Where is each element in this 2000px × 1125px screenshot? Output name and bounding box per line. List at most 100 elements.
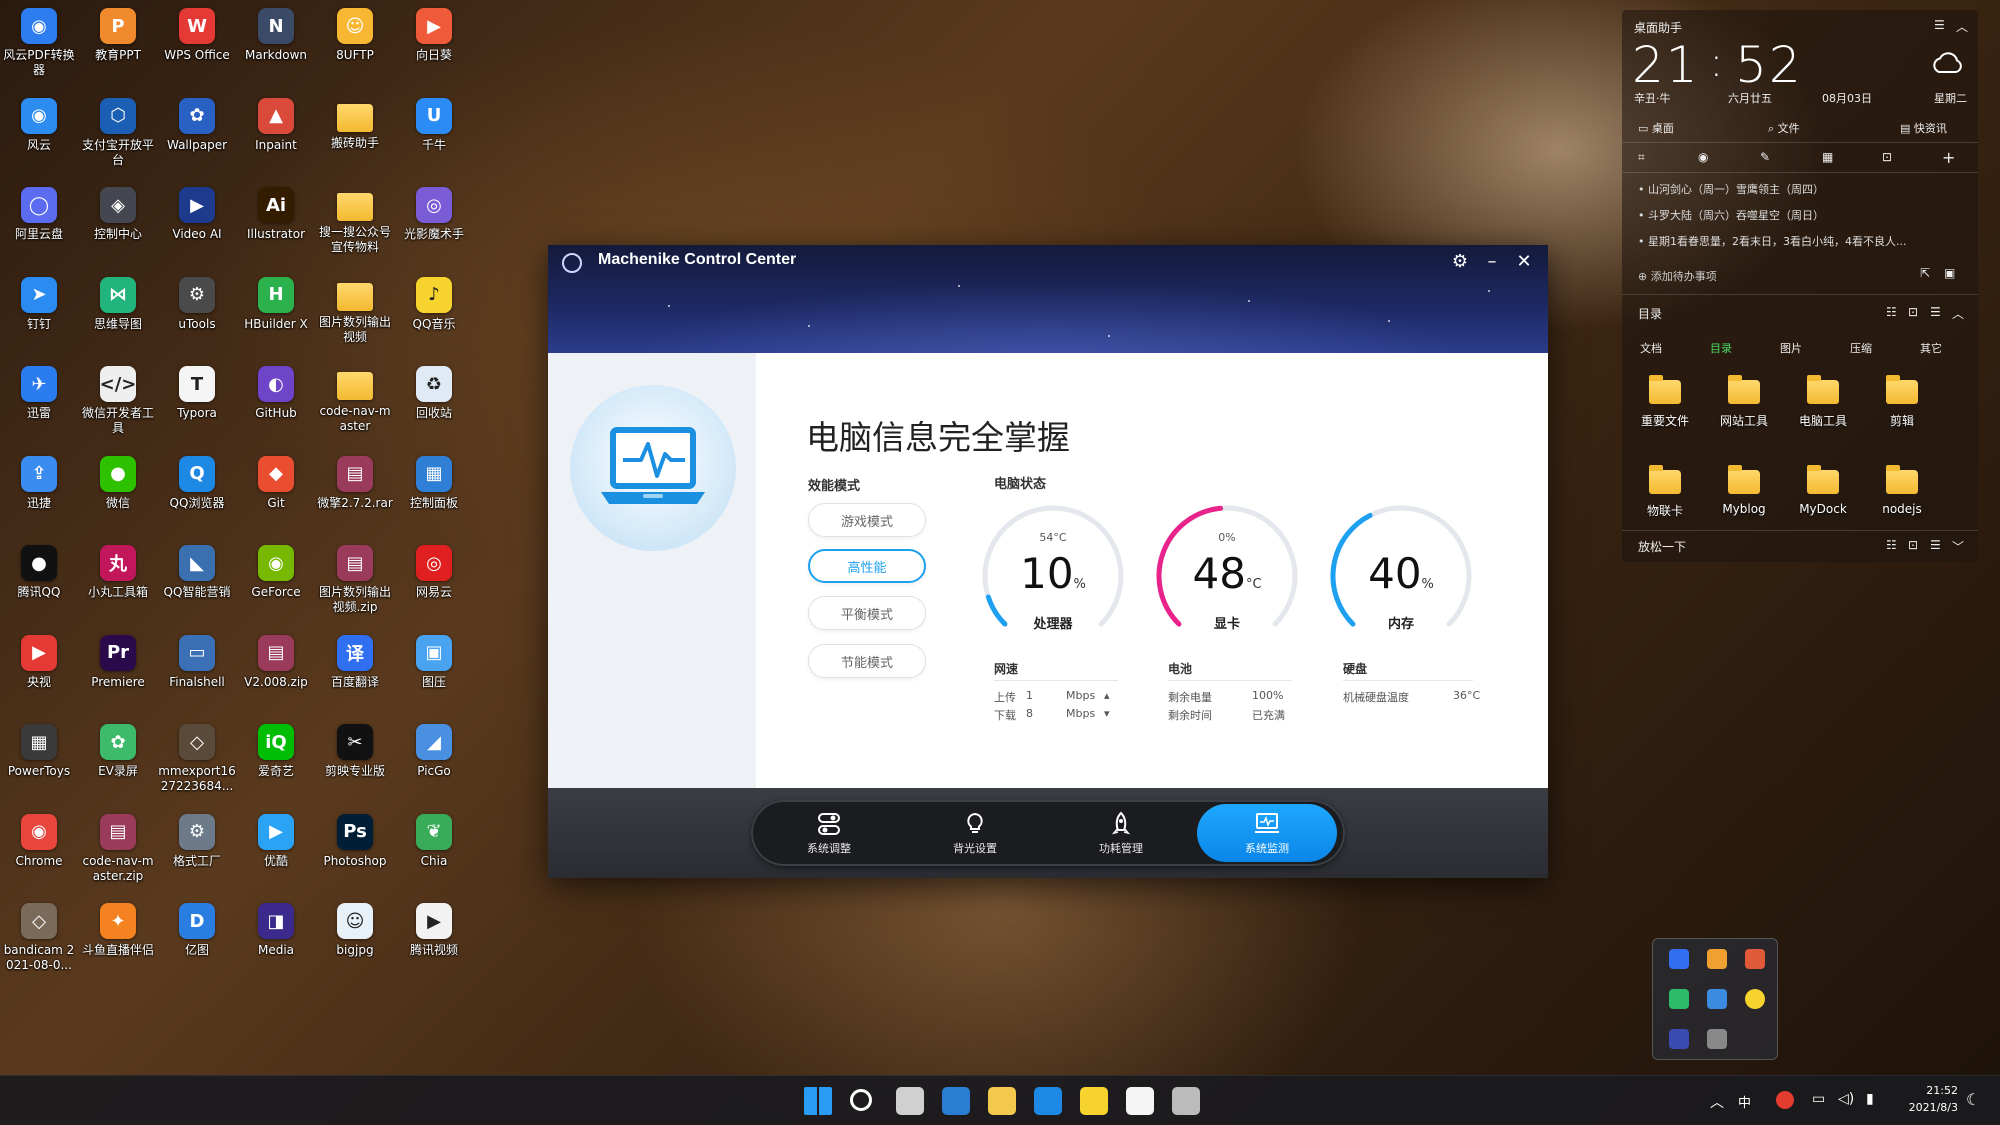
desktop-icon[interactable]: ✿ EV录屏 xyxy=(79,720,157,806)
folder-item[interactable]: 物联卡 xyxy=(1630,465,1700,519)
app-header[interactable]: Machenike Control Center ⚙ – ✕ xyxy=(548,245,1548,353)
desktop-icon[interactable]: ▤ code-nav-master.zip xyxy=(79,810,157,896)
desktop-icon[interactable]: ▣ 图压 xyxy=(395,631,473,717)
folder-item[interactable]: 电脑工具 xyxy=(1788,375,1858,429)
desktop-icon[interactable]: ◯ 阿里云盘 xyxy=(0,183,78,269)
desktop-icon[interactable]: ✈ 迅雷 xyxy=(0,362,78,448)
desktop-icon[interactable]: ◨ Media xyxy=(237,899,315,985)
lock-icon[interactable]: ⊡ xyxy=(1908,538,1918,552)
desktop-icon[interactable]: ▦ 控制面板 xyxy=(395,452,473,538)
desktop-icon[interactable]: ➤ 钉钉 xyxy=(0,273,78,359)
desktop-icon[interactable]: ⇪ 迅捷 xyxy=(0,452,78,538)
share-icon[interactable]: ⇱ xyxy=(1920,266,1930,280)
desktop-icon[interactable]: ▶ 腾讯视频 xyxy=(395,899,473,985)
desktop-icon[interactable]: ◉ GeForce xyxy=(237,541,315,627)
desktop-icon[interactable]: 译百度翻译 xyxy=(316,631,394,717)
desktop-icon[interactable]: code-nav-master xyxy=(316,362,394,448)
edit-icon[interactable]: ✎ xyxy=(1760,150,1770,164)
search-icon[interactable] xyxy=(850,1089,872,1111)
lock-icon[interactable]: ⊡ xyxy=(1882,150,1892,164)
desktop-icon[interactable]: ▶ 央视 xyxy=(0,631,78,717)
desktop-icon[interactable]: ⋈ 思维导图 xyxy=(79,273,157,359)
desktop-icon[interactable]: ▲ Inpaint xyxy=(237,94,315,180)
folder-item[interactable]: MyDock xyxy=(1788,465,1858,516)
todo-item[interactable]: • 山河剑心（周一）雪鹰领主（周四） xyxy=(1638,181,1824,197)
desktop-icon[interactable]: ♪ QQ音乐 xyxy=(395,273,473,359)
add-todo-button[interactable]: ⊕ 添加待办事项 xyxy=(1638,268,1717,284)
expand-icon[interactable]: ﹀ xyxy=(1952,538,1964,555)
desktop-icon[interactable]: ◎ 光影魔术手 xyxy=(395,183,473,269)
desktop-icon[interactable]: ✦ 斗鱼直播伴侣 xyxy=(79,899,157,985)
desktop-icon[interactable]: ⚙ 格式工厂 xyxy=(158,810,236,896)
nav-power-management[interactable]: 功耗管理 xyxy=(1051,804,1191,862)
desktop-icon[interactable]: ▤ 微擎2.7.2.rar xyxy=(316,452,394,538)
tab-files[interactable]: ⌕ 文件 xyxy=(1768,120,1800,136)
list-view-icon[interactable]: ☷ xyxy=(1886,305,1897,319)
ime-sogou-icon[interactable] xyxy=(1776,1091,1794,1109)
nav-system-adjust[interactable]: 系统调整 xyxy=(759,804,899,862)
taskbar-clock[interactable]: 21:52 xyxy=(1918,1084,1958,1097)
desktop-icon[interactable]: ◉ 风云PDF转换器 xyxy=(0,4,78,90)
desktop-icon[interactable]: ● 腾讯QQ xyxy=(0,541,78,627)
desktop-icon[interactable]: ▦ PowerToys xyxy=(0,720,78,806)
tab-desktop[interactable]: ▭ 桌面 xyxy=(1638,120,1674,136)
security-icon[interactable] xyxy=(1669,989,1689,1009)
tab-news[interactable]: ▤ 快资讯 xyxy=(1900,120,1947,136)
desktop-icon[interactable]: 丸小丸工具箱 xyxy=(79,541,157,627)
show-hidden-icons-chevron-icon[interactable]: ︿ xyxy=(1710,1092,1724,1112)
desktop-icon[interactable]: ▶ Video AI xyxy=(158,183,236,269)
taskbar-date[interactable]: 2021/8/3 xyxy=(1898,1101,1958,1114)
widget-collapse-icon[interactable]: ︿ xyxy=(1956,18,1968,35)
desktop-icon[interactable]: iQ 爱奇艺 xyxy=(237,720,315,806)
desktop-icon[interactable]: ▶ 优酷 xyxy=(237,810,315,896)
shield-icon[interactable] xyxy=(1669,949,1689,969)
desktop-icon[interactable]: 搬砖助手 xyxy=(316,94,394,180)
desktop-icon[interactable]: ✂ 剪映专业版 xyxy=(316,720,394,806)
desktop-icon[interactable]: ▶ 向日葵 xyxy=(395,4,473,90)
widgets-icon[interactable] xyxy=(942,1087,970,1115)
qr-code-icon[interactable]: ▣ xyxy=(1944,266,1955,280)
crop-icon[interactable]: ⌗ xyxy=(1638,150,1645,165)
folder-item[interactable]: 剪辑 xyxy=(1867,375,1937,429)
typora-icon[interactable] xyxy=(1126,1087,1154,1115)
app-tray-icon[interactable] xyxy=(1707,949,1727,969)
control-center-icon[interactable] xyxy=(1707,1029,1727,1049)
volume-icon[interactable]: ◁) xyxy=(1838,1091,1854,1107)
desktop-icon[interactable]: D 亿图 xyxy=(158,899,236,985)
desktop-icon[interactable]: H HBuilder X xyxy=(237,273,315,359)
input-method-indicator[interactable]: 中 xyxy=(1738,1092,1751,1111)
mode-button-game[interactable]: 游戏模式 xyxy=(808,503,926,537)
desktop-icon[interactable]: ✿ Wallpaper xyxy=(158,94,236,180)
close-button[interactable]: ✕ xyxy=(1510,249,1538,275)
todo-item[interactable]: • 星期1看眷思量，2看末日，3看白小纯，4看不良人... xyxy=(1638,233,1958,249)
notification-moon-icon[interactable]: ☾ xyxy=(1966,1090,1980,1109)
minimize-button[interactable]: – xyxy=(1478,249,1506,275)
desktop-icon[interactable]: ▤ V2.008.zip xyxy=(237,631,315,717)
desktop-icon[interactable]: Q QQ浏览器 xyxy=(158,452,236,538)
desktop-icon[interactable]: ◇ bandicam 2021-08-0... xyxy=(0,899,78,985)
eye-icon[interactable]: ◉ xyxy=(1698,150,1708,164)
add-icon[interactable]: + xyxy=(1942,148,1955,167)
mode-button-performance[interactable]: 高性能 xyxy=(808,549,926,583)
directory-tab[interactable]: 目录 xyxy=(1710,340,1732,356)
desktop-icon[interactable]: Pr Premiere xyxy=(79,631,157,717)
desktop-icon[interactable]: ♻ 回收站 xyxy=(395,362,473,448)
widget-menu-icon[interactable]: ☰ xyxy=(1934,18,1945,32)
desktop-icon[interactable]: ◎ 网易云 xyxy=(395,541,473,627)
desktop-icon[interactable]: P 教育PPT xyxy=(79,4,157,90)
app-tray-icon[interactable] xyxy=(1707,989,1727,1009)
desktop-icon[interactable]: ● 微信 xyxy=(79,452,157,538)
app-tray-icon[interactable] xyxy=(1669,1029,1689,1049)
qqmusic-icon[interactable] xyxy=(1080,1087,1108,1115)
folder-item[interactable]: nodejs xyxy=(1867,465,1937,516)
desktop-icon[interactable]: ☺ bigjpg xyxy=(316,899,394,985)
task-view-icon[interactable] xyxy=(896,1087,924,1115)
folder-item[interactable]: Myblog xyxy=(1709,465,1779,516)
desktop-icon[interactable]: ◈ 控制中心 xyxy=(79,183,157,269)
desktop-icon[interactable]: ◆ Git xyxy=(237,452,315,538)
mode-button-power-saving[interactable]: 节能模式 xyxy=(808,644,926,678)
desktop-icon[interactable]: ☺ 8UFTP xyxy=(316,4,394,90)
lock-icon[interactable]: ⊡ xyxy=(1908,305,1918,319)
folder-item[interactable]: 网站工具 xyxy=(1709,375,1779,429)
desktop-icon[interactable]: ⬡ 支付宝开放平台 xyxy=(79,94,157,180)
